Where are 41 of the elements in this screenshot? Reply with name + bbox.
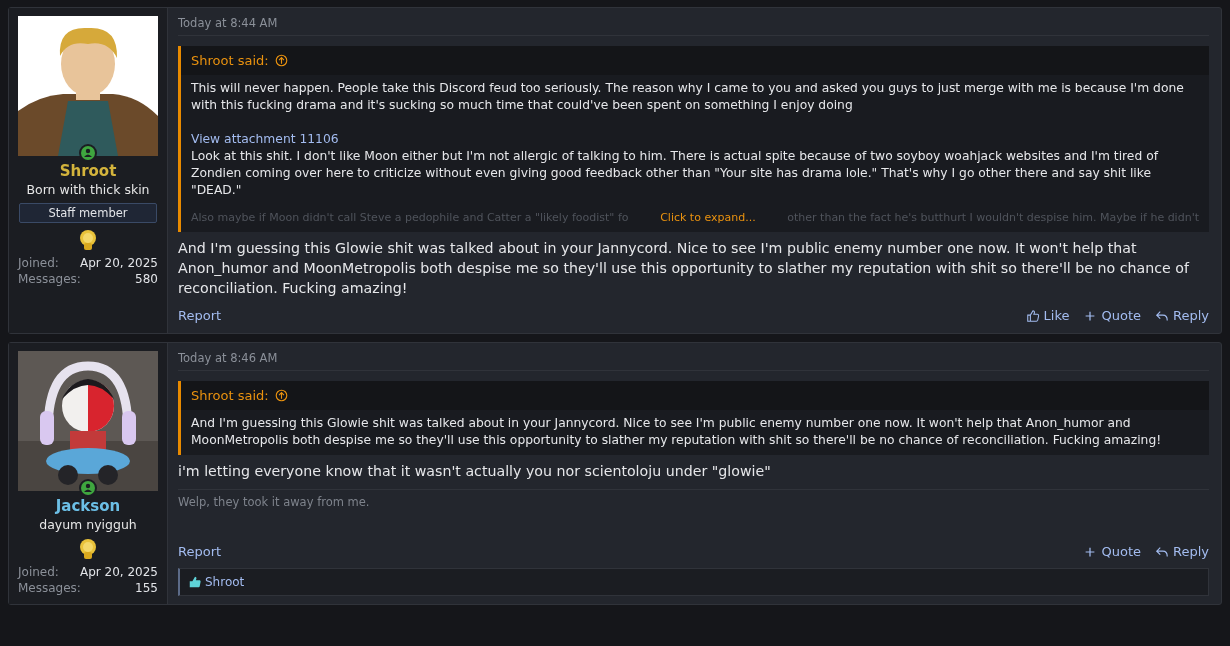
- post-timestamp[interactable]: Today at 8:46 AM: [178, 343, 1209, 371]
- staff-badge: Staff member: [19, 203, 157, 223]
- quote-button[interactable]: Quote: [1083, 544, 1141, 559]
- quote-text: Look at this shit. I don't like Moon either but I'm not allergic of talking to him. There is actual spite because of two soyboy woahjack websites and I'm tired of Zondien coming over here to criticize without even giving good feedback other than "Your site has drama lole." That's why I go other there and say shit like "DEAD.": [191, 148, 1160, 199]
- reply-icon[interactable]: [1155, 544, 1169, 559]
- post-timestamp[interactable]: Today at 8:44 AM: [178, 8, 1209, 36]
- user-title: Born with thick skin: [26, 182, 150, 197]
- quote-button[interactable]: Quote: [1083, 308, 1141, 323]
- like-button[interactable]: Like: [1025, 308, 1070, 323]
- stat-value: Apr 20, 2025: [80, 564, 158, 580]
- stat-label: Messages:: [18, 271, 81, 287]
- username[interactable]: Jackson: [55, 497, 121, 515]
- thumbs-up-icon: [188, 575, 202, 589]
- jump-up-icon[interactable]: [274, 389, 288, 402]
- jump-up-icon[interactable]: [274, 54, 288, 67]
- stat-label: Joined:: [18, 564, 59, 580]
- stat-label: Joined:: [18, 255, 59, 271]
- quote-text: And I'm guessing this Glowie shit was talked about in your Jannycord. Nice to see I'm public enemy number one now. It won't help that Anon_humor and MoonMetropolis both despise me so they'll use this opportunity to slather my reputation with shit so there'll be no chance of reconciliation. Fucking amazing!: [191, 415, 1163, 449]
- quote-text: This will never happen. People take this Discord feud too seriously. The reason why I came to you and asked you guys to just merge with me is because I'm done with this fucking drama and it's sucking so much time that could've been spent on something I enjoy doing: [191, 80, 1185, 114]
- award-icon: [79, 538, 97, 560]
- report-link[interactable]: Report: [178, 308, 222, 323]
- quote-author[interactable]: Shroot said:: [191, 388, 269, 403]
- username[interactable]: Shroot: [59, 162, 117, 180]
- post-text: i'm letting everyone know that it wasn't actually you nor scientoloju under "glowie": [178, 462, 772, 481]
- stat-value: 155: [135, 580, 158, 596]
- attachment-link[interactable]: View attachment 11106: [191, 131, 1199, 148]
- stat-value: 580: [135, 271, 158, 287]
- reaction-user-link[interactable]: Shroot: [205, 575, 245, 589]
- reply-icon[interactable]: [1155, 308, 1169, 323]
- reply-button[interactable]: Reply: [1155, 308, 1209, 323]
- award-icon: [79, 229, 97, 251]
- quote-author[interactable]: Shroot said:: [191, 53, 269, 68]
- post-text: And I'm guessing this Glowie shit was talked about in your Jannycord. Nice to see I'm public enemy number one now. It won't help that Anon_humor and MoonMetropolis both despise me so they'll use this opportunity to slather my reputation with shit so there'll be no chance of reconciliation. Fucking amazing!: [178, 239, 1191, 298]
- expand-link[interactable]: Click to expand...: [660, 209, 756, 226]
- thumbs-up-icon[interactable]: [1025, 308, 1040, 323]
- user-title: dayum nyigguh: [39, 517, 137, 532]
- stat-value: Apr 20, 2025: [80, 255, 158, 271]
- report-link[interactable]: Report: [178, 544, 222, 559]
- signature-text: Welp, they took it away from me.: [178, 489, 1209, 509]
- stat-label: Messages:: [18, 580, 81, 596]
- reply-button[interactable]: Reply: [1155, 544, 1209, 559]
